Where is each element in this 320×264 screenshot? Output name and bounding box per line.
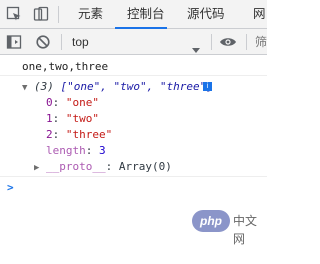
- log-message: one,two,three: [0, 59, 267, 76]
- array-item-key: 1: [46, 112, 53, 125]
- proto-row[interactable]: ▶ __proto__: Array(0): [0, 159, 267, 174]
- tab-elements[interactable]: 元素: [78, 0, 103, 29]
- tab-console[interactable]: 控制台: [115, 0, 167, 29]
- array-item-key: 2: [46, 128, 53, 141]
- php-logo: php: [192, 210, 230, 232]
- tab-elements-label: 元素: [78, 7, 104, 21]
- array-item-value: "two": [65, 112, 99, 125]
- inspect-element-icon[interactable]: [6, 6, 22, 22]
- console-toolbar: top 筛: [0, 29, 267, 55]
- watermark: php 中文网: [192, 210, 262, 246]
- tab-sources-label: 源代码: [187, 7, 225, 21]
- array-item-row: 2: "three": [46, 128, 113, 141]
- log-text: one,two,three: [22, 60, 109, 73]
- divider: [0, 176, 267, 177]
- prompt-chevron-icon: >: [7, 181, 14, 194]
- tab-network[interactable]: 网: [253, 0, 266, 29]
- toolbar-divider: [58, 6, 59, 23]
- filter-placeholder: 筛: [255, 35, 268, 49]
- sidebar-toggle-icon[interactable]: [6, 34, 22, 50]
- proto-value: Array(0): [118, 160, 172, 173]
- array-item-value: "three": [65, 128, 113, 141]
- info-icon[interactable]: i: [203, 82, 212, 91]
- tab-sources[interactable]: 源代码: [187, 0, 225, 29]
- array-item-row: 1: "two": [46, 112, 99, 125]
- console-prompt[interactable]: >: [0, 180, 267, 195]
- array-item-key: 0: [46, 96, 53, 109]
- context-selector-label: top: [72, 35, 89, 49]
- array-length-prefix: (3): [34, 80, 61, 93]
- array-summary-row[interactable]: ▼ (3) ["one", "two", "three"]: [0, 79, 267, 94]
- filter-input[interactable]: 筛: [255, 29, 267, 55]
- proto-key: __proto__: [46, 160, 106, 173]
- tab-console-label: 控制台: [127, 7, 165, 21]
- toolbar-divider: [211, 34, 212, 50]
- length-key: length: [46, 144, 86, 157]
- devtools-tabbar: 元素 控制台 源代码 网: [0, 0, 267, 29]
- expand-triangle-icon[interactable]: ▶: [34, 161, 46, 176]
- array-preview: ["one", "two", "three"]: [60, 80, 213, 93]
- toolbar-divider: [61, 34, 62, 50]
- toolbar-divider: [246, 34, 247, 50]
- context-selector[interactable]: top: [72, 29, 89, 55]
- array-item-value: "one": [65, 96, 99, 109]
- array-item-row: 0: "one": [46, 96, 99, 109]
- watermark-text: 中文网: [233, 214, 258, 246]
- expand-triangle-icon[interactable]: ▼: [22, 81, 34, 96]
- clear-console-icon[interactable]: [35, 34, 51, 50]
- eye-icon[interactable]: [219, 34, 237, 50]
- device-toolbar-icon[interactable]: [33, 6, 49, 22]
- length-value: 3: [99, 144, 106, 157]
- length-row: length: 3: [46, 144, 106, 157]
- tab-network-label: 网: [253, 7, 266, 21]
